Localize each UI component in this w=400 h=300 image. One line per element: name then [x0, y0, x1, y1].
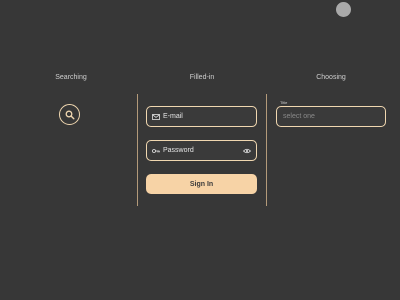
select-placeholder: select one — [283, 113, 315, 120]
email-value: E-mail — [163, 113, 183, 120]
status-dot — [336, 2, 351, 17]
email-field[interactable]: E-mail — [146, 106, 257, 127]
search-icon — [65, 110, 75, 120]
password-field[interactable]: Password — [146, 140, 257, 161]
divider-left — [137, 94, 138, 206]
mail-icon — [152, 113, 160, 120]
select-field-label: Title — [280, 100, 288, 105]
searching-title: Searching — [55, 74, 87, 81]
search-button[interactable] — [59, 104, 80, 125]
divider-right — [266, 94, 267, 206]
eye-icon[interactable] — [243, 148, 251, 154]
select-field[interactable]: select one — [276, 106, 386, 127]
sign-in-button[interactable]: Sign In — [146, 174, 257, 194]
password-value: Password — [163, 147, 194, 154]
filled-in-title: Filled-in — [189, 74, 215, 81]
choosing-title: Choosing — [316, 74, 346, 81]
key-icon — [152, 148, 160, 154]
